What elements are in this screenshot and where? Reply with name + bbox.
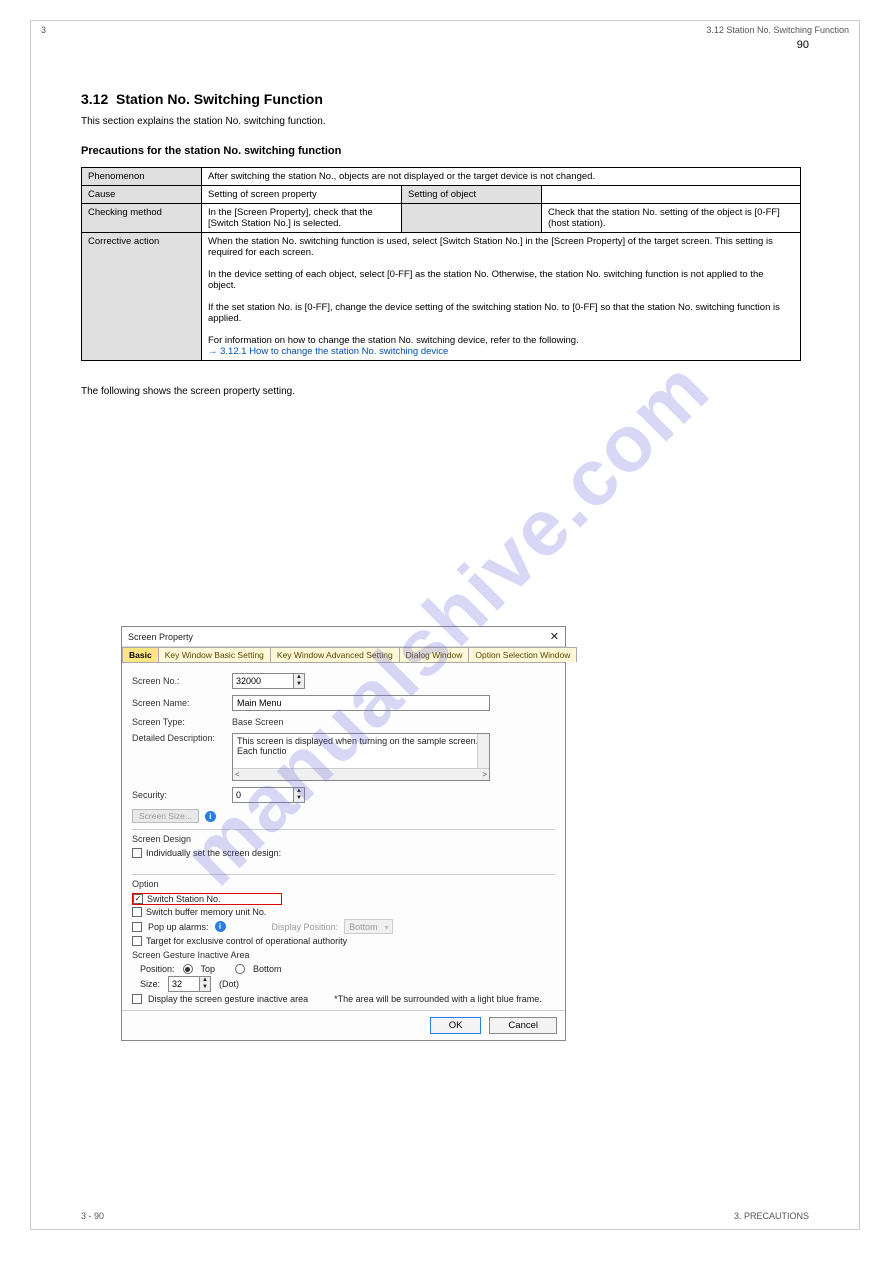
- detail-textarea[interactable]: This screen is displayed when turning on…: [232, 733, 490, 781]
- screen-size-button: Screen Size...: [132, 809, 199, 823]
- gesture-note: *The area will be surrounded with a ligh…: [334, 994, 542, 1004]
- precaution-table: Phenomenon After switching the station N…: [81, 167, 801, 361]
- cell-cause-1: Setting of screen property: [202, 186, 402, 204]
- sub-heading: Precautions for the station No. switchin…: [31, 131, 859, 161]
- detail-text: This screen is displayed when turning on…: [237, 736, 478, 756]
- display-gesture-label: Display the screen gesture inactive area: [148, 994, 308, 1004]
- individual-design-label: Individually set the screen design:: [146, 848, 281, 858]
- display-position-label: Display Position:: [272, 922, 339, 932]
- position-bottom-label: Bottom: [253, 964, 282, 974]
- gesture-group: Screen Gesture Inactive Area: [132, 950, 555, 960]
- size-label: Size:: [140, 979, 160, 989]
- cell-phenomenon-label: Phenomenon: [82, 168, 202, 186]
- tab-dialog-window[interactable]: Dialog Window: [399, 647, 470, 662]
- cell-check-2h: [402, 204, 542, 233]
- cell-check-label: Checking method: [82, 204, 202, 233]
- cell-cause-label: Cause: [82, 186, 202, 204]
- target-exclusive-checkbox[interactable]: [132, 936, 142, 946]
- screen-name-label: Screen Name:: [132, 698, 232, 708]
- cancel-button[interactable]: Cancel: [489, 1017, 557, 1034]
- display-gesture-checkbox[interactable]: [132, 994, 142, 1004]
- security-input[interactable]: [233, 790, 293, 800]
- switch-station-checkbox[interactable]: [133, 894, 143, 904]
- screen-type-value: Base Screen: [232, 717, 284, 727]
- section-title: 3.12 Station No. Switching Function: [31, 51, 859, 113]
- tab-key-basic[interactable]: Key Window Basic Setting: [158, 647, 271, 662]
- tab-option-selection[interactable]: Option Selection Window: [468, 647, 577, 662]
- tab-basic[interactable]: Basic: [122, 647, 159, 662]
- corr-line-2: In the device setting of each object, se…: [208, 269, 794, 291]
- security-label: Security:: [132, 790, 232, 800]
- scrollbar-horizontal[interactable]: <>: [233, 768, 489, 780]
- target-exclusive-label: Target for exclusive control of operatio…: [146, 936, 347, 946]
- screen-design-group: Screen Design: [132, 834, 555, 844]
- position-top-radio[interactable]: [183, 964, 193, 974]
- cell-cause-2: [542, 186, 801, 204]
- dialog-title: Screen Property: [128, 632, 193, 642]
- size-input[interactable]: [169, 979, 199, 989]
- option-group: Option: [132, 879, 555, 889]
- position-bottom-radio[interactable]: [235, 964, 245, 974]
- spin-down-icon[interactable]: ▼: [294, 795, 304, 802]
- screen-no-label: Screen No.:: [132, 676, 232, 686]
- footer-left: 3 - 90: [81, 1211, 104, 1221]
- dialog-button-row: OK Cancel: [122, 1010, 565, 1040]
- size-unit: (Dot): [219, 979, 239, 989]
- cell-check-2: Check that the station No. setting of th…: [542, 204, 801, 233]
- position-label: Position:: [140, 964, 175, 974]
- page-footer: 3 - 90 3. PRECAUTIONS: [31, 1211, 859, 1221]
- cell-corrective-label: Corrective action: [82, 233, 202, 361]
- cell-check-1: In the [Screen Property], check that the…: [202, 204, 402, 233]
- detail-label: Detailed Description:: [132, 733, 232, 743]
- section-name: Station No. Switching Function: [116, 91, 323, 107]
- dialog-titlebar[interactable]: Screen Property ✕: [122, 627, 565, 647]
- page-header: 3 3.12 Station No. Switching Function: [31, 21, 859, 39]
- header-right: 3.12 Station No. Switching Function: [706, 25, 849, 35]
- screen-name-input[interactable]: [232, 695, 490, 711]
- screen-property-dialog: Screen Property ✕ Basic Key Window Basic…: [121, 626, 566, 1041]
- tab-row: Basic Key Window Basic Setting Key Windo…: [122, 647, 565, 663]
- cell-cause-2h: Setting of object: [402, 186, 542, 204]
- spin-down-icon[interactable]: ▼: [200, 984, 210, 991]
- individual-design-checkbox[interactable]: [132, 848, 142, 858]
- popup-alarms-checkbox[interactable]: [132, 922, 142, 932]
- display-position-select: Bottom: [344, 919, 393, 934]
- cell-phenomenon-value: After switching the station No., objects…: [202, 168, 801, 186]
- corr-link: → 3.12.1 How to change the station No. s…: [208, 346, 794, 357]
- screen-type-label: Screen Type:: [132, 717, 232, 727]
- scrollbar-vertical[interactable]: [477, 734, 489, 768]
- spin-up-icon[interactable]: ▲: [294, 788, 304, 795]
- screen-no-input[interactable]: [233, 676, 293, 686]
- section-intro: This section explains the station No. sw…: [31, 113, 859, 131]
- security-spinner[interactable]: ▲▼: [232, 787, 305, 803]
- cell-corrective-body: When the station No. switching function …: [202, 233, 801, 361]
- after-table-text: The following shows the screen property …: [31, 367, 859, 401]
- section-number: 3.12: [81, 91, 108, 107]
- spin-up-icon[interactable]: ▲: [294, 674, 304, 681]
- spin-down-icon[interactable]: ▼: [294, 681, 304, 688]
- position-top-label: Top: [201, 964, 216, 974]
- screen-no-spinner[interactable]: ▲▼: [232, 673, 305, 689]
- switch-buffer-checkbox[interactable]: [132, 907, 142, 917]
- close-icon[interactable]: ✕: [550, 630, 559, 643]
- footer-right: 3. PRECAUTIONS: [734, 1211, 809, 1221]
- switch-buffer-label: Switch buffer memory unit No.: [146, 907, 266, 917]
- size-spinner[interactable]: ▲▼: [168, 976, 211, 992]
- info-icon[interactable]: i: [215, 921, 226, 932]
- page-number: 90: [31, 39, 859, 51]
- page-container: 3 3.12 Station No. Switching Function 90…: [30, 20, 860, 1230]
- switch-station-highlight: Switch Station No.: [132, 893, 282, 905]
- dialog-body: Screen No.: ▲▼ Screen Name: Screen Type:…: [122, 663, 565, 1010]
- spin-up-icon[interactable]: ▲: [200, 977, 210, 984]
- tab-key-advanced[interactable]: Key Window Advanced Setting: [270, 647, 400, 662]
- corr-line-1: When the station No. switching function …: [208, 236, 794, 258]
- ok-button[interactable]: OK: [430, 1017, 482, 1034]
- corr-line-4: For information on how to change the sta…: [208, 335, 794, 346]
- info-icon[interactable]: i: [205, 811, 216, 822]
- header-left: 3: [41, 25, 46, 35]
- popup-alarms-label: Pop up alarms:: [148, 922, 209, 932]
- switch-station-label: Switch Station No.: [147, 894, 221, 904]
- corr-line-3: If the set station No. is [0-FF], change…: [208, 302, 794, 324]
